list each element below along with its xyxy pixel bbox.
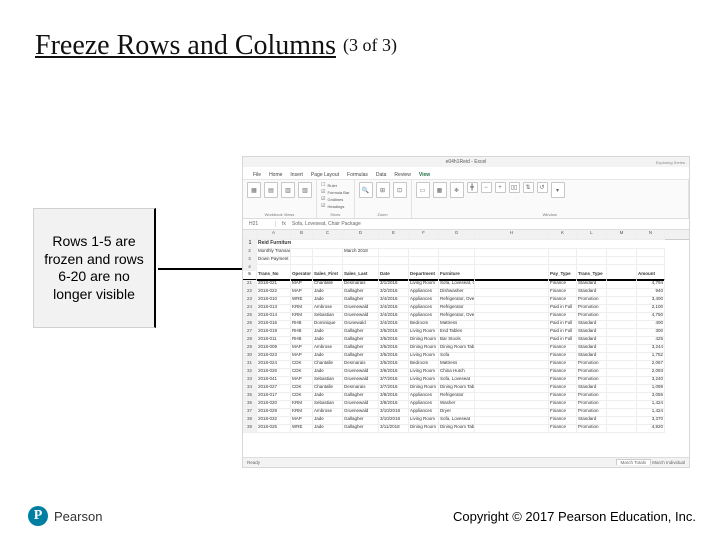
- tab-formulas[interactable]: Formulas: [347, 172, 368, 179]
- wbviews-label: Workbook Views: [247, 212, 312, 217]
- namebox[interactable]: H21: [249, 221, 276, 227]
- ribbon-group-zoom: 🔍 ⊞ ⊡ Zoom: [355, 180, 412, 218]
- worksheet-grid: ABCDEFGHKLMN 1Reid Furniture Store 2Mont…: [243, 230, 689, 432]
- logo: P Pearson: [28, 506, 102, 526]
- pagelayout-view-button[interactable]: ▥: [281, 182, 295, 198]
- hide-button[interactable]: −: [481, 182, 492, 193]
- ribbon-tabs: File Home Insert Page Layout Formulas Da…: [243, 167, 689, 180]
- sync-scroll-button[interactable]: ⇅: [523, 182, 534, 193]
- tab-insert[interactable]: Insert: [290, 172, 303, 179]
- formulabar-check[interactable]: Formula Bar: [321, 189, 350, 195]
- show-label: Show: [321, 212, 350, 217]
- formula-bar: H21 fx Sofa, Loveseat, Chair Package: [243, 219, 689, 230]
- callout-box: Rows 1-5 are frozen and rows 6-20 are no…: [33, 208, 156, 328]
- reset-pos-button[interactable]: ↺: [537, 182, 548, 193]
- normal-view-button[interactable]: ▦: [247, 182, 261, 198]
- arrange-all-button[interactable]: ▦: [433, 182, 447, 198]
- freeze-panes-button[interactable]: ❄: [450, 182, 464, 198]
- logo-icon: P: [28, 506, 48, 526]
- tab-home[interactable]: Home: [269, 172, 282, 179]
- ribbon-group-window: ▭ ▦ ❄ ╋ − + ▯▯ ⇅ ↺ ▾ Window: [412, 180, 690, 218]
- status-ready: Ready: [247, 460, 260, 465]
- title-main: Freeze Rows and Columns: [35, 30, 336, 61]
- fx-icon: fx: [282, 221, 286, 227]
- callout-text: Rows 1-5 are frozen and rows 6-20 are no…: [38, 233, 150, 303]
- gridlines-check[interactable]: Gridlines: [321, 196, 350, 202]
- side-by-side-button[interactable]: ▯▯: [509, 182, 520, 193]
- app-title: e04h1Reid - Excel: [446, 159, 487, 165]
- headings-check[interactable]: Headings: [321, 203, 350, 209]
- new-window-button[interactable]: ▭: [416, 182, 430, 198]
- status-bar: Ready March Totals March Individual: [243, 457, 689, 467]
- pagebreak-view-button[interactable]: ▤: [264, 182, 278, 198]
- titlebar: e04h1Reid - Excel Exploring Series: [243, 157, 689, 167]
- sheet-tab-active[interactable]: March Totals: [616, 459, 651, 465]
- ribbon-group-show: Ruler Formula Bar Gridlines Headings Sho…: [317, 180, 355, 218]
- zoom-label: Zoom: [359, 212, 407, 217]
- callout-leader: [158, 268, 242, 270]
- title-paren: (3 of 3): [343, 35, 397, 55]
- zoom100-button[interactable]: ⊞: [376, 182, 390, 198]
- copyright: Copyright © 2017 Pearson Education, Inc.: [453, 509, 696, 524]
- switch-windows-button[interactable]: ▾: [551, 182, 565, 198]
- excel-screenshot: e04h1Reid - Excel Exploring Series File …: [242, 156, 690, 468]
- window-label: Window: [416, 212, 685, 217]
- logo-text: Pearson: [54, 509, 102, 524]
- tab-review[interactable]: Review: [394, 172, 410, 179]
- table-row[interactable]: 392018-025WREJadeGallagher3/11/2018Dinin…: [243, 424, 689, 432]
- ribbon-group-wbviews: ▦ ▤ ▥ ▧ Workbook Views: [243, 180, 317, 218]
- zoom-button[interactable]: 🔍: [359, 182, 373, 198]
- custom-views-button[interactable]: ▧: [298, 182, 312, 198]
- signin-text: Exploring Series: [656, 160, 685, 165]
- tab-file[interactable]: File: [253, 172, 261, 179]
- slide-title: Freeze Rows and Columns (3 of 3): [35, 30, 397, 62]
- tab-view[interactable]: View: [419, 172, 430, 179]
- formula-content[interactable]: Sofa, Loveseat, Chair Package: [292, 221, 361, 227]
- unhide-button[interactable]: +: [495, 182, 506, 193]
- column-headers: ABCDEFGHKLMN: [243, 230, 689, 240]
- tab-data[interactable]: Data: [376, 172, 387, 179]
- tab-pagelayout[interactable]: Page Layout: [311, 172, 339, 179]
- ruler-check[interactable]: Ruler: [321, 182, 350, 188]
- zoom-selection-button[interactable]: ⊡: [393, 182, 407, 198]
- sheet-tab-next[interactable]: March Individual: [652, 460, 685, 465]
- ribbon: ▦ ▤ ▥ ▧ Workbook Views Ruler Formula Bar…: [243, 180, 689, 219]
- split-button[interactable]: ╋: [467, 182, 478, 193]
